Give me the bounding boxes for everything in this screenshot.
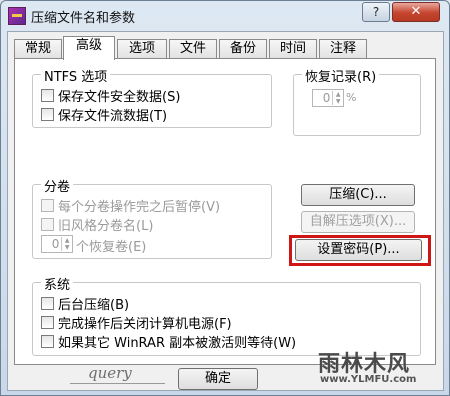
- checkbox-box[interactable]: [41, 217, 54, 231]
- pause-after-volume-checkbox[interactable]: 每个分卷操作完之后暂停(V): [41, 197, 221, 215]
- recovery-record-title: 恢复记录(R): [302, 66, 380, 85]
- wait-other-copies-checkbox[interactable]: 如果其它 WinRAR 副本被激活则等待(W): [41, 333, 297, 351]
- winrar-app-icon: [8, 7, 26, 25]
- checkbox-box[interactable]: [41, 296, 54, 310]
- spinner-arrows-icon[interactable]: ▲ ▼: [61, 237, 72, 251]
- signature-overlay: query: [88, 364, 132, 382]
- old-style-volume-names-label: 旧风格分卷名(L): [58, 218, 154, 234]
- ntfs-options-group: NTFS 选项 保存文件安全数据(S) 保存文件流数据(T): [32, 66, 272, 128]
- old-style-volume-names-checkbox[interactable]: 旧风格分卷名(L): [41, 216, 154, 234]
- advanced-tab-panel: NTFS 选项 保存文件安全数据(S) 保存文件流数据(T) 恢复记录(R) 0…: [14, 58, 436, 365]
- checkbox-box[interactable]: [41, 334, 54, 348]
- dialog-client-area: 常规 高级 选项 文件 备份 时间 注释 NTFS 选项 保存文件安全数据(S)…: [7, 31, 444, 391]
- tab-options[interactable]: 选项: [117, 39, 167, 58]
- sfx-options-button[interactable]: 自解压选项(X)...: [301, 211, 415, 233]
- dialog-window: 压缩文件名和参数 ? ✕ 常规 高级 选项 文件 备份 时间 注释 NTFS 选…: [0, 0, 450, 396]
- checkbox-box[interactable]: [41, 315, 54, 329]
- tab-backup[interactable]: 备份: [219, 39, 267, 58]
- checkbox-box[interactable]: [41, 88, 54, 102]
- background-compress-label: 后台压缩(B): [58, 297, 130, 313]
- site-watermark: 雨林木风 www.YLMFU.com: [308, 344, 446, 392]
- shutdown-after-checkbox[interactable]: 完成操作后关闭计算机电源(F): [41, 314, 232, 332]
- ntfs-options-title: NTFS 选项: [41, 66, 111, 85]
- recovery-record-group: 恢复记录(R) 0 ▲ ▼ %: [293, 66, 421, 136]
- title-bar: 压缩文件名和参数 ? ✕: [1, 1, 449, 31]
- recovery-percent-unit: %: [346, 91, 357, 104]
- recovery-percent-value: 0: [322, 91, 331, 105]
- shutdown-after-label: 完成操作后关闭计算机电源(F): [58, 316, 232, 332]
- window-title: 压缩文件名和参数: [31, 11, 136, 26]
- tab-files[interactable]: 文件: [169, 39, 217, 58]
- checkbox-box[interactable]: [41, 198, 54, 212]
- watermark-url: www.YLMFU.com: [320, 374, 417, 385]
- volumes-title: 分卷: [41, 176, 74, 195]
- close-button[interactable]: ✕: [392, 2, 440, 22]
- background-compress-checkbox[interactable]: 后台压缩(B): [41, 295, 130, 313]
- set-password-button[interactable]: 设置密码(P)...: [295, 239, 422, 261]
- tab-time[interactable]: 时间: [269, 39, 317, 58]
- checkbox-box[interactable]: [41, 107, 54, 121]
- recovery-volumes-spinner[interactable]: 0 ▲ ▼: [41, 235, 73, 253]
- signature-underline: [70, 383, 165, 384]
- tab-comment[interactable]: 注释: [319, 39, 367, 58]
- volumes-group: 分卷 每个分卷操作完之后暂停(V) 旧风格分卷名(L) 0 ▲ ▼ 个恢复卷(E): [32, 176, 272, 259]
- tab-general[interactable]: 常规: [14, 39, 62, 58]
- spinner-arrows-icon[interactable]: ▲ ▼: [332, 91, 343, 105]
- ok-button[interactable]: 确定: [178, 368, 258, 390]
- recovery-percent-spinner[interactable]: 0 ▲ ▼: [312, 89, 344, 107]
- save-streams-checkbox[interactable]: 保存文件流数据(T): [41, 106, 168, 124]
- save-security-label: 保存文件安全数据(S): [58, 89, 181, 105]
- pause-after-volume-label: 每个分卷操作完之后暂停(V): [58, 199, 221, 215]
- wait-other-copies-label: 如果其它 WinRAR 副本被激活则等待(W): [58, 335, 297, 351]
- save-security-checkbox[interactable]: 保存文件安全数据(S): [41, 87, 181, 105]
- help-button[interactable]: ?: [362, 2, 390, 22]
- compression-button[interactable]: 压缩(C)...: [301, 184, 415, 206]
- tab-advanced[interactable]: 高级: [63, 36, 115, 60]
- save-streams-label: 保存文件流数据(T): [58, 108, 168, 124]
- system-title: 系统: [41, 274, 74, 293]
- recovery-volumes-label: 个恢复卷(E): [76, 240, 147, 255]
- recovery-volumes-value: 0: [51, 237, 60, 251]
